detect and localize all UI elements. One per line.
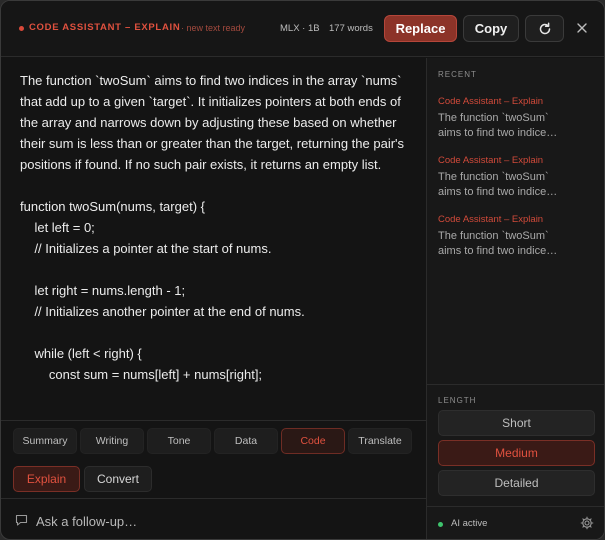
close-icon[interactable]: [575, 21, 589, 35]
code-block: function twoSum(nums, target) { let left…: [20, 196, 407, 385]
model-label: MLX · 1B: [280, 23, 320, 34]
tab-translate[interactable]: Translate: [348, 428, 412, 454]
recent-item-snippet: The function `twoSum` aims to find two i…: [438, 229, 598, 259]
replace-button[interactable]: Replace: [384, 15, 457, 42]
tab-data[interactable]: Data: [214, 428, 278, 454]
result-content: The function `twoSum` aims to find two i…: [1, 58, 426, 420]
recent-label: RECENT: [438, 70, 477, 79]
length-detailed-button[interactable]: Detailed: [438, 470, 595, 496]
divider: [427, 384, 604, 385]
recent-item-snippet-line: The function `twoSum`: [438, 171, 549, 183]
recent-item-snippet-line: The function `twoSum`: [438, 112, 549, 124]
tab-summary[interactable]: Summary: [13, 428, 77, 454]
tab-code[interactable]: Code: [281, 428, 345, 454]
recent-item-title: Code Assistant – Explain: [438, 155, 544, 166]
followup-bar: [1, 498, 426, 539]
length-label: LENGTH: [438, 396, 477, 405]
code-line: let left = 0;: [20, 220, 95, 235]
refresh-button[interactable]: [525, 15, 564, 42]
copy-button[interactable]: Copy: [463, 15, 519, 42]
explanation-text: The function `twoSum` aims to find two i…: [20, 73, 405, 172]
code-line: // Initializes a pointer at the start of…: [20, 241, 272, 256]
recent-item[interactable]: Code Assistant – Explain The function `t…: [438, 96, 598, 141]
status-dot-icon: [438, 522, 443, 527]
recent-item-snippet-line: aims to find two indice…: [438, 186, 558, 198]
recent-item-snippet-line: The function `twoSum`: [438, 230, 549, 242]
ai-status-text: AI active: [451, 518, 488, 529]
followup-input[interactable]: [36, 510, 406, 532]
code-line: function twoSum(nums, target) {: [20, 199, 205, 214]
status-dot-icon: [19, 26, 24, 31]
code-line: while (left < right) {: [20, 346, 142, 361]
length-short-button[interactable]: Short: [438, 410, 595, 436]
mode-tabs: Summary Writing Tone Data Code Translate…: [1, 420, 426, 498]
code-line: let right = nums.length - 1;: [20, 283, 186, 298]
tab-tone[interactable]: Tone: [147, 428, 211, 454]
convert-button[interactable]: Convert: [84, 466, 152, 492]
recent-item-title: Code Assistant – Explain: [438, 214, 544, 225]
code-line: const sum = nums[left] + nums[right];: [20, 367, 263, 382]
refresh-icon: [539, 22, 550, 34]
header-bar: CODE ASSISTANT – EXPLAIN · new text read…: [1, 1, 604, 57]
sidebar: RECENT Code Assistant – Explain The func…: [426, 58, 604, 539]
recent-item-snippet: The function `twoSum` aims to find two i…: [438, 170, 598, 200]
recent-item-title: Code Assistant – Explain: [438, 96, 544, 107]
length-medium-button[interactable]: Medium: [438, 440, 595, 466]
word-count: 177 words: [329, 23, 373, 34]
code-line: // Initializes another pointer at the en…: [20, 304, 305, 319]
assistant-window: CODE ASSISTANT – EXPLAIN · new text read…: [0, 0, 605, 540]
recent-item[interactable]: Code Assistant – Explain The function `t…: [438, 155, 598, 200]
recent-item[interactable]: Code Assistant – Explain The function `t…: [438, 214, 598, 259]
window-title: CODE ASSISTANT – EXPLAIN: [29, 22, 181, 33]
gear-icon[interactable]: [580, 516, 594, 530]
recent-item-snippet: The function `twoSum` aims to find two i…: [438, 111, 598, 141]
chat-icon: [15, 514, 28, 526]
tab-writing[interactable]: Writing: [80, 428, 144, 454]
recent-item-snippet-line: aims to find two indice…: [438, 245, 558, 257]
divider: [427, 506, 604, 507]
window-subtitle: · new text ready: [181, 23, 246, 33]
explain-button[interactable]: Explain: [13, 466, 80, 492]
recent-item-snippet-line: aims to find two indice…: [438, 127, 558, 139]
